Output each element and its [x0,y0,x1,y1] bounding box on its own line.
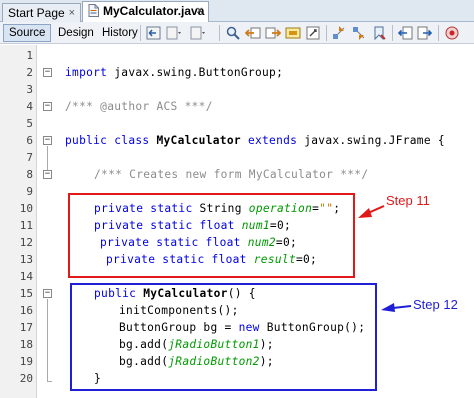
step-11-arrow-icon [358,205,385,218]
step-12-arrow-icon [381,303,412,312]
annotation-arrows [358,205,412,312]
